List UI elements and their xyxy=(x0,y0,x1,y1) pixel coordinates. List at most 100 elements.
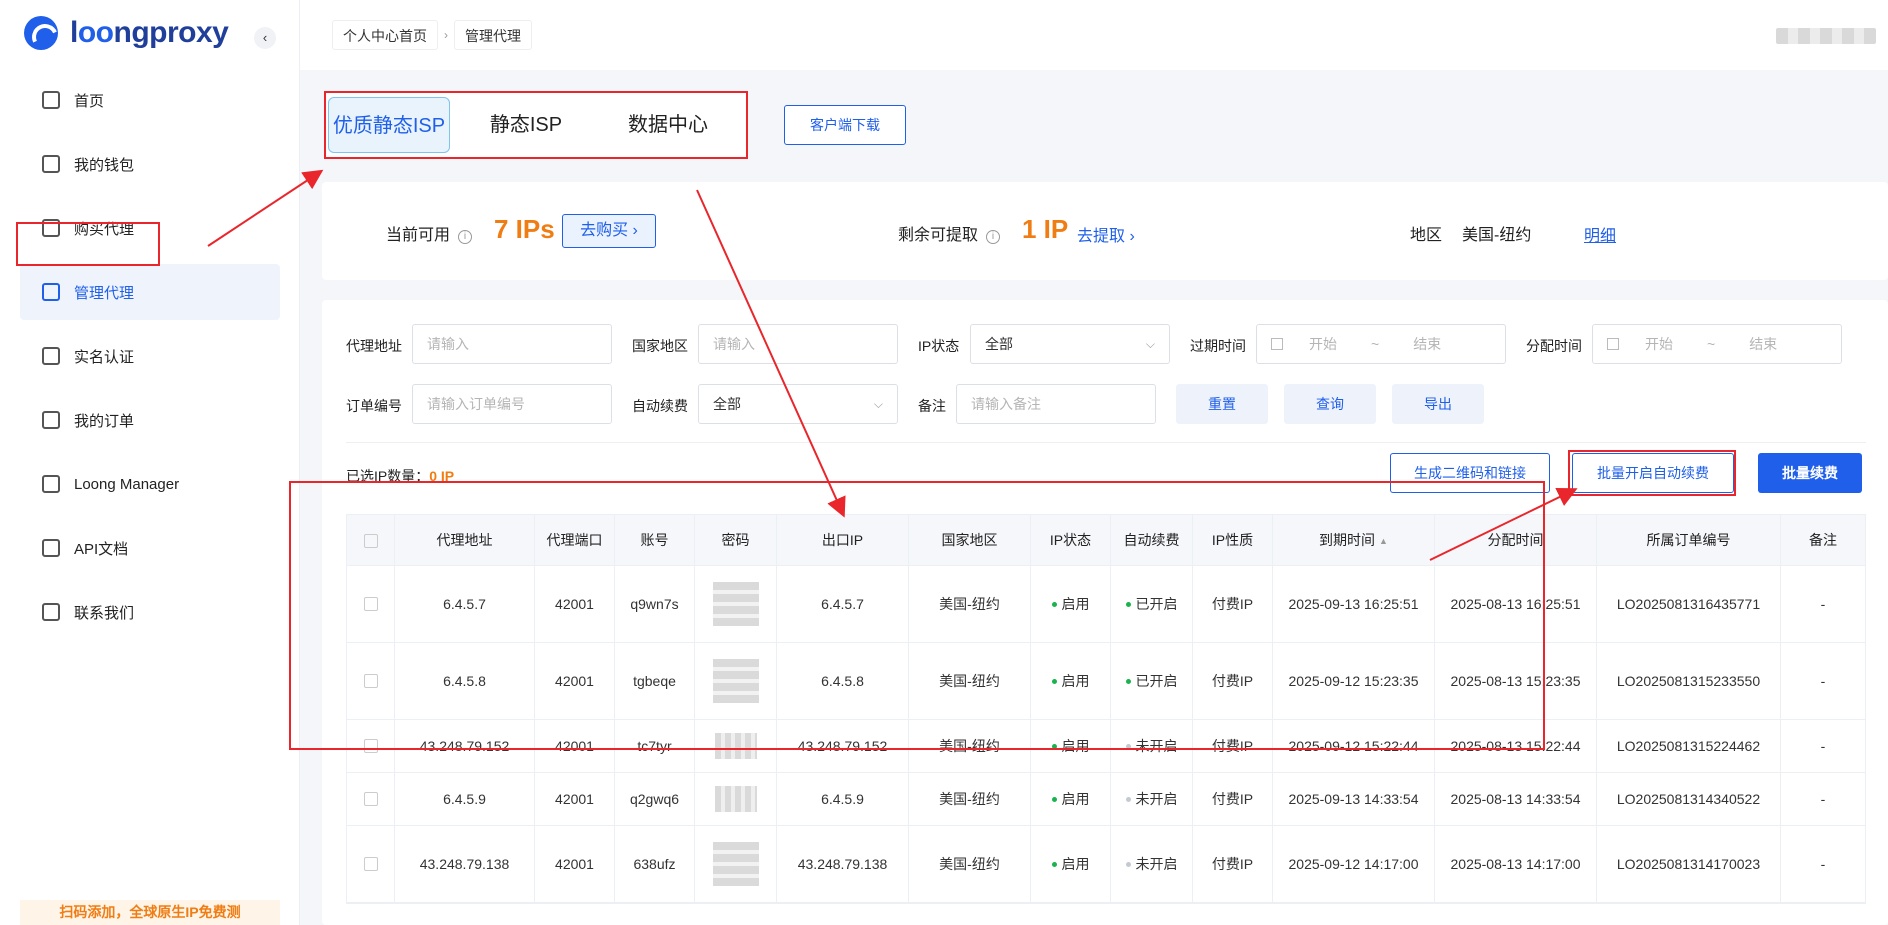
cell-password[interactable] xyxy=(695,773,777,825)
generate-qr-button[interactable]: 生成二维码和链接 xyxy=(1390,453,1550,493)
sidebar-item-manage-proxy[interactable]: 管理代理 xyxy=(20,264,280,320)
cell-account[interactable]: 638ufz xyxy=(615,826,695,902)
row-checkbox[interactable] xyxy=(363,792,378,806)
ip-status-text: 启用 xyxy=(1061,596,1090,612)
cell-account[interactable]: tgbeqe xyxy=(615,643,695,719)
info-icon[interactable]: i xyxy=(458,230,473,244)
sidebar-item-orders[interactable]: 我的订单 xyxy=(20,392,280,448)
reset-button[interactable]: 重置 xyxy=(1176,384,1268,424)
detail-link[interactable]: 明细 xyxy=(1584,222,1616,246)
sidebar-item-loong-manager[interactable]: Loong Manager xyxy=(20,456,280,512)
table-row[interactable]: 43.248.79.138 42001 638ufz 43.248.79.138 美国-… xyxy=(347,826,1865,903)
tab-static-isp[interactable]: 静态ISP xyxy=(466,97,586,153)
promo-banner[interactable]: 扫码添加，全球原生IP免费测 xyxy=(20,900,280,925)
tab-datacenter[interactable]: 数据中心 xyxy=(598,97,738,153)
row-checkbox[interactable] xyxy=(363,857,378,871)
row-checkbox[interactable] xyxy=(363,597,378,611)
sidebar-item-buy-proxy[interactable]: 购买代理 xyxy=(20,200,280,256)
cell-order-no[interactable]: LO2025081314170023 xyxy=(1597,826,1781,902)
cell-order-no[interactable]: LO2025081315224462 xyxy=(1597,720,1781,772)
cell-exit-ip[interactable]: 43.248.79.152 xyxy=(777,720,909,772)
sidebar-collapse-button[interactable]: ‹ xyxy=(254,27,276,49)
table-row[interactable]: 6.4.5.9 42001 q2gwq6 6.4.5.9 美国-纽约 启用 未开启 付费IP 2… xyxy=(347,773,1865,826)
cell-order-no[interactable]: LO2025081315233550 xyxy=(1597,643,1781,719)
sidebar-item-api-docs[interactable]: API文档 xyxy=(20,520,280,576)
sidebar-item-wallet[interactable]: 我的钱包 xyxy=(20,136,280,192)
chevron-down-icon: ⌵ xyxy=(873,397,883,411)
cell-exit-ip[interactable]: 6.4.5.7 xyxy=(777,566,909,642)
cell-proxy-addr[interactable]: 43.248.79.152 xyxy=(395,720,535,772)
cell-password[interactable] xyxy=(695,566,777,642)
available-value: 7 IPs xyxy=(494,214,555,244)
tab-premium-static-isp[interactable]: 优质静态ISP xyxy=(328,97,450,153)
breadcrumb: 个人中心首页 › 管理代理 xyxy=(332,20,532,50)
expire-time-range[interactable]: 开始 ~ 结束 xyxy=(1256,324,1506,364)
brand-logo[interactable]: loongproxy xyxy=(24,16,229,50)
sidebar-item-label: 购买代理 xyxy=(74,220,135,238)
user-account-menu[interactable] xyxy=(1776,28,1876,44)
table-row[interactable]: 6.4.5.8 42001 tgbeqe 6.4.5.8 美国-纽约 启用 已开启 付费IP 2… xyxy=(347,643,1865,720)
cell-proxy-addr[interactable]: 6.4.5.8 xyxy=(395,643,535,719)
cell-port[interactable]: 42001 xyxy=(535,773,615,825)
row-checkbox[interactable] xyxy=(363,674,378,688)
table-row[interactable]: 43.248.79.152 42001 tc7tyr 43.248.79.152 美国-… xyxy=(347,720,1865,773)
client-download-button[interactable]: 客户端下载 xyxy=(784,105,906,145)
extract-link[interactable]: 去提取 › xyxy=(1077,222,1135,246)
cell-exit-ip[interactable]: 6.4.5.9 xyxy=(777,773,909,825)
batch-renew-button[interactable]: 批量续费 xyxy=(1758,453,1862,493)
cell-proxy-addr[interactable]: 6.4.5.7 xyxy=(395,566,535,642)
cell-port[interactable]: 42001 xyxy=(535,720,615,772)
remaining-label: 剩余可提取 i xyxy=(898,221,1001,245)
cell-password[interactable] xyxy=(695,643,777,719)
cell-region: 美国-纽约 xyxy=(909,643,1031,719)
cell-account[interactable]: q2gwq6 xyxy=(615,773,695,825)
table-row[interactable]: 6.4.5.7 42001 q9wn7s 6.4.5.7 美国-纽约 启用 已开启 付费IP 2… xyxy=(347,566,1865,643)
select-all-checkbox[interactable] xyxy=(363,534,378,549)
sidebar-item-contact[interactable]: 联系我们 xyxy=(20,584,280,640)
cell-remark[interactable]: - xyxy=(1781,643,1865,719)
cell-remark[interactable]: - xyxy=(1781,773,1865,825)
cell-remark[interactable]: - xyxy=(1781,566,1865,642)
sidebar-item-verification[interactable]: 实名认证 xyxy=(20,328,280,384)
expire-time-label: 过期时间 xyxy=(1190,338,1246,354)
cell-password[interactable] xyxy=(695,826,777,902)
cell-account[interactable]: q9wn7s xyxy=(615,566,695,642)
cell-port[interactable]: 42001 xyxy=(535,826,615,902)
cell-proxy-addr[interactable]: 6.4.5.9 xyxy=(395,773,535,825)
cell-order-no[interactable]: LO2025081314340522 xyxy=(1597,773,1781,825)
cell-exit-ip[interactable]: 43.248.79.138 xyxy=(777,826,909,902)
sort-icon[interactable]: ▲ xyxy=(1379,516,1388,566)
order-no-input[interactable]: 请输入订单编号 xyxy=(412,384,612,424)
query-button[interactable]: 查询 xyxy=(1284,384,1376,424)
cell-expire-time: 2025-09-13 16:25:51 xyxy=(1273,566,1435,642)
breadcrumb-current[interactable]: 管理代理 xyxy=(454,20,532,50)
cell-proxy-addr[interactable]: 43.248.79.138 xyxy=(395,826,535,902)
remark-input[interactable]: 请输入备注 xyxy=(956,384,1156,424)
ip-status-select[interactable]: 全部 ⌵ xyxy=(970,324,1170,364)
row-checkbox[interactable] xyxy=(363,739,378,753)
cell-port[interactable]: 42001 xyxy=(535,566,615,642)
breadcrumb-home[interactable]: 个人中心首页 xyxy=(332,20,438,50)
cell-password[interactable] xyxy=(695,720,777,772)
buy-button[interactable]: 去购买 › xyxy=(562,214,656,248)
sidebar-item-home[interactable]: 首页 xyxy=(20,72,280,128)
cell-region: 美国-纽约 xyxy=(909,720,1031,772)
cell-remark[interactable]: - xyxy=(1781,720,1865,772)
info-icon[interactable]: i xyxy=(986,230,1001,244)
assign-time-range[interactable]: 开始 ~ 结束 xyxy=(1592,324,1842,364)
cell-exit-ip[interactable]: 6.4.5.8 xyxy=(777,643,909,719)
cell-order-no[interactable]: LO2025081316435771 xyxy=(1597,566,1781,642)
auto-renew-text: 未开启 xyxy=(1135,856,1178,872)
cell-ip-status: 启用 xyxy=(1031,566,1111,642)
cell-remark[interactable]: - xyxy=(1781,826,1865,902)
status-dot-icon xyxy=(1125,861,1131,867)
order-list-icon xyxy=(42,411,60,429)
proxy-addr-input[interactable]: 请输入 xyxy=(412,324,612,364)
export-button[interactable]: 导出 xyxy=(1392,384,1484,424)
cell-port[interactable]: 42001 xyxy=(535,643,615,719)
col-expire-time[interactable]: 到期时间 ▲ xyxy=(1273,515,1435,565)
cell-account[interactable]: tc7tyr xyxy=(615,720,695,772)
auto-renew-select[interactable]: 全部 ⌵ xyxy=(698,384,898,424)
country-input[interactable]: 请输入 xyxy=(698,324,898,364)
col-assign-time: 分配时间 xyxy=(1435,515,1597,565)
